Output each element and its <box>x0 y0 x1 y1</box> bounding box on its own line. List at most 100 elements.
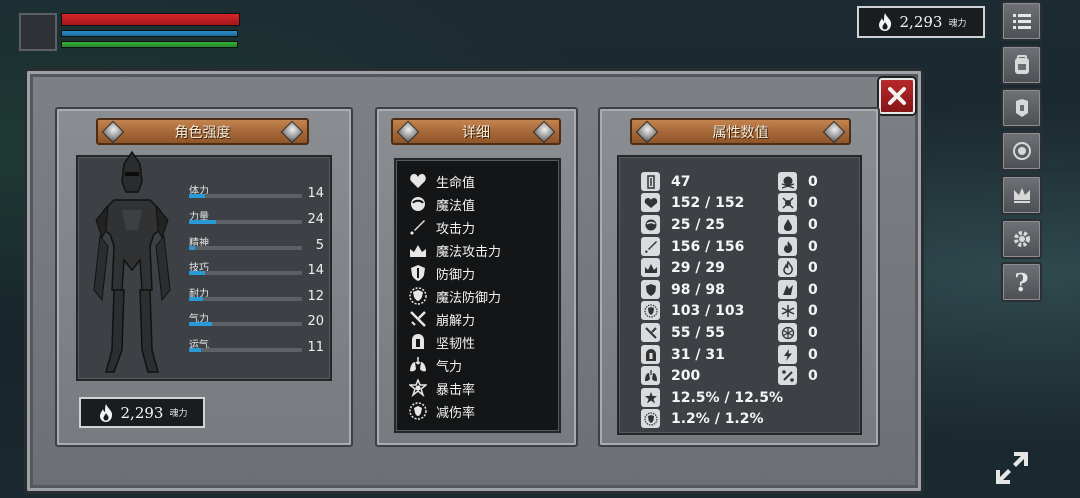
settings-button[interactable] <box>1001 219 1042 259</box>
skill-button[interactable] <box>1001 131 1042 171</box>
attr-row-resist: 0 <box>778 300 818 321</box>
details-header: 详细 <box>391 118 561 145</box>
health-bar <box>61 13 240 26</box>
stat-row: 力量 24 <box>189 212 324 227</box>
level-icon <box>646 174 655 189</box>
soul-currency-value: 2,293 <box>899 13 943 31</box>
detail-row-magic-attack[interactable]: 魔法攻击力 <box>408 239 501 261</box>
critical-star-icon <box>644 391 657 403</box>
detail-row-mp[interactable]: 魔法值 <box>408 193 475 215</box>
shield-icon <box>411 265 425 281</box>
attr-row-crit-rate: 12.5% / 12.5% <box>641 387 783 408</box>
attr-row-mp: 25 / 25 <box>641 214 725 235</box>
sword-icon <box>410 220 425 235</box>
menu-list-icon <box>1012 14 1031 29</box>
attr-row-resist: 0 <box>778 279 818 300</box>
attr-row-resist: 0 <box>778 214 818 235</box>
close-button[interactable] <box>879 78 915 114</box>
detail-row-attack[interactable]: 攻击力 <box>408 216 475 238</box>
lightning-icon <box>783 348 792 361</box>
attr-row-resist: 0 <box>778 236 818 257</box>
attributes-header: 属性数值 <box>630 118 851 145</box>
attr-row-hp: 152 / 152 <box>641 192 744 213</box>
help-button[interactable]: ? <box>1001 262 1042 302</box>
settings-gear-icon <box>1013 231 1030 247</box>
stat-row: 精神 5 <box>189 238 324 253</box>
attr-row-attack: 156 / 156 <box>641 236 744 257</box>
character-model <box>93 150 171 373</box>
lungs-icon <box>410 357 426 372</box>
bleed-icon <box>783 218 792 231</box>
break-icon <box>644 326 657 339</box>
attr-row-resist: 0 <box>778 192 818 213</box>
attr-row-magic-attack: 29 / 29 <box>641 257 725 278</box>
curse-icon <box>782 284 793 295</box>
detail-row-crit-rate[interactable]: 暴击率 <box>408 377 475 399</box>
heart-icon <box>644 197 657 208</box>
skull-icon <box>781 176 794 189</box>
rivet-icon <box>822 120 846 144</box>
player-portrait[interactable] <box>19 13 57 51</box>
attr-row-level: 47 <box>641 171 690 192</box>
collapse-arrows-icon[interactable] <box>990 446 1034 490</box>
freeze-icon <box>781 326 794 339</box>
detail-row-stamina[interactable]: 气力 <box>408 354 462 376</box>
attr-row-resist: 0 <box>778 365 818 386</box>
armor-button[interactable] <box>1001 88 1042 128</box>
rivet-icon <box>101 120 125 144</box>
sword-icon <box>644 240 657 253</box>
soul-currency-unit: 魂力 <box>948 18 967 29</box>
stat-row: 运气 11 <box>189 340 324 355</box>
damage-reduction-icon <box>409 402 427 420</box>
soul-currency-display: 2,293 魂力 <box>857 6 985 38</box>
detail-row-defense[interactable]: 防御力 <box>408 262 475 284</box>
heart-icon <box>410 174 426 188</box>
character-strength-title: 角色强度 <box>174 124 231 141</box>
stat-row: 气力 20 <box>189 314 324 329</box>
stun-icon <box>781 369 794 382</box>
detail-row-damage-reduction[interactable]: 减伤率 <box>408 400 475 422</box>
helmet-icon <box>645 348 656 361</box>
crown-button[interactable] <box>1001 175 1042 215</box>
magic-defense-icon <box>409 287 427 305</box>
attr-row-break: 55 / 55 <box>641 322 725 343</box>
magic-defense-icon <box>643 303 658 318</box>
menu-list-button[interactable] <box>1001 1 1042 41</box>
attributes-title: 属性数值 <box>712 124 769 141</box>
detail-row-magic-defense[interactable]: 魔法防御力 <box>408 285 501 307</box>
magic-attack-icon <box>410 245 426 257</box>
break-icon <box>410 311 426 327</box>
damage-reduction-icon <box>643 411 658 426</box>
detail-row-toughness[interactable]: 坚韧性 <box>408 331 475 353</box>
attr-row-resist: 0 <box>778 171 818 192</box>
rivet-icon <box>532 120 556 144</box>
burn-icon <box>783 240 792 253</box>
poison-icon <box>781 196 794 209</box>
backpack-button[interactable] <box>1001 45 1042 85</box>
stamina-bar <box>61 41 238 48</box>
fire-icon <box>782 260 793 275</box>
armor-icon <box>1015 99 1028 117</box>
detail-row-break[interactable]: 崩解力 <box>408 308 475 330</box>
attr-row-resist: 0 <box>778 344 818 365</box>
rivet-icon <box>396 120 420 144</box>
flame-icon <box>878 13 891 31</box>
details-title: 详细 <box>462 124 490 141</box>
stat-row: 体力 14 <box>189 186 324 201</box>
stat-row: 技巧 14 <box>189 263 324 278</box>
frost-icon <box>781 304 794 317</box>
mana-icon <box>645 219 656 230</box>
mana-bar <box>61 30 238 37</box>
detail-row-hp[interactable]: 生命值 <box>408 170 475 192</box>
rivet-icon <box>635 120 659 144</box>
skill-icon <box>1012 142 1031 160</box>
backpack-icon <box>1014 55 1029 74</box>
attr-row-toughness: 31 / 31 <box>641 344 725 365</box>
flame-icon <box>99 403 112 422</box>
attr-row-defense: 98 / 98 <box>641 279 725 300</box>
panel-soul-currency-value: 2,293 <box>120 403 164 422</box>
critical-star-icon <box>409 379 427 397</box>
shield-icon <box>645 283 656 296</box>
helmet-icon <box>412 334 424 349</box>
attr-row-damage-reduction: 1.2% / 1.2% <box>641 408 764 429</box>
